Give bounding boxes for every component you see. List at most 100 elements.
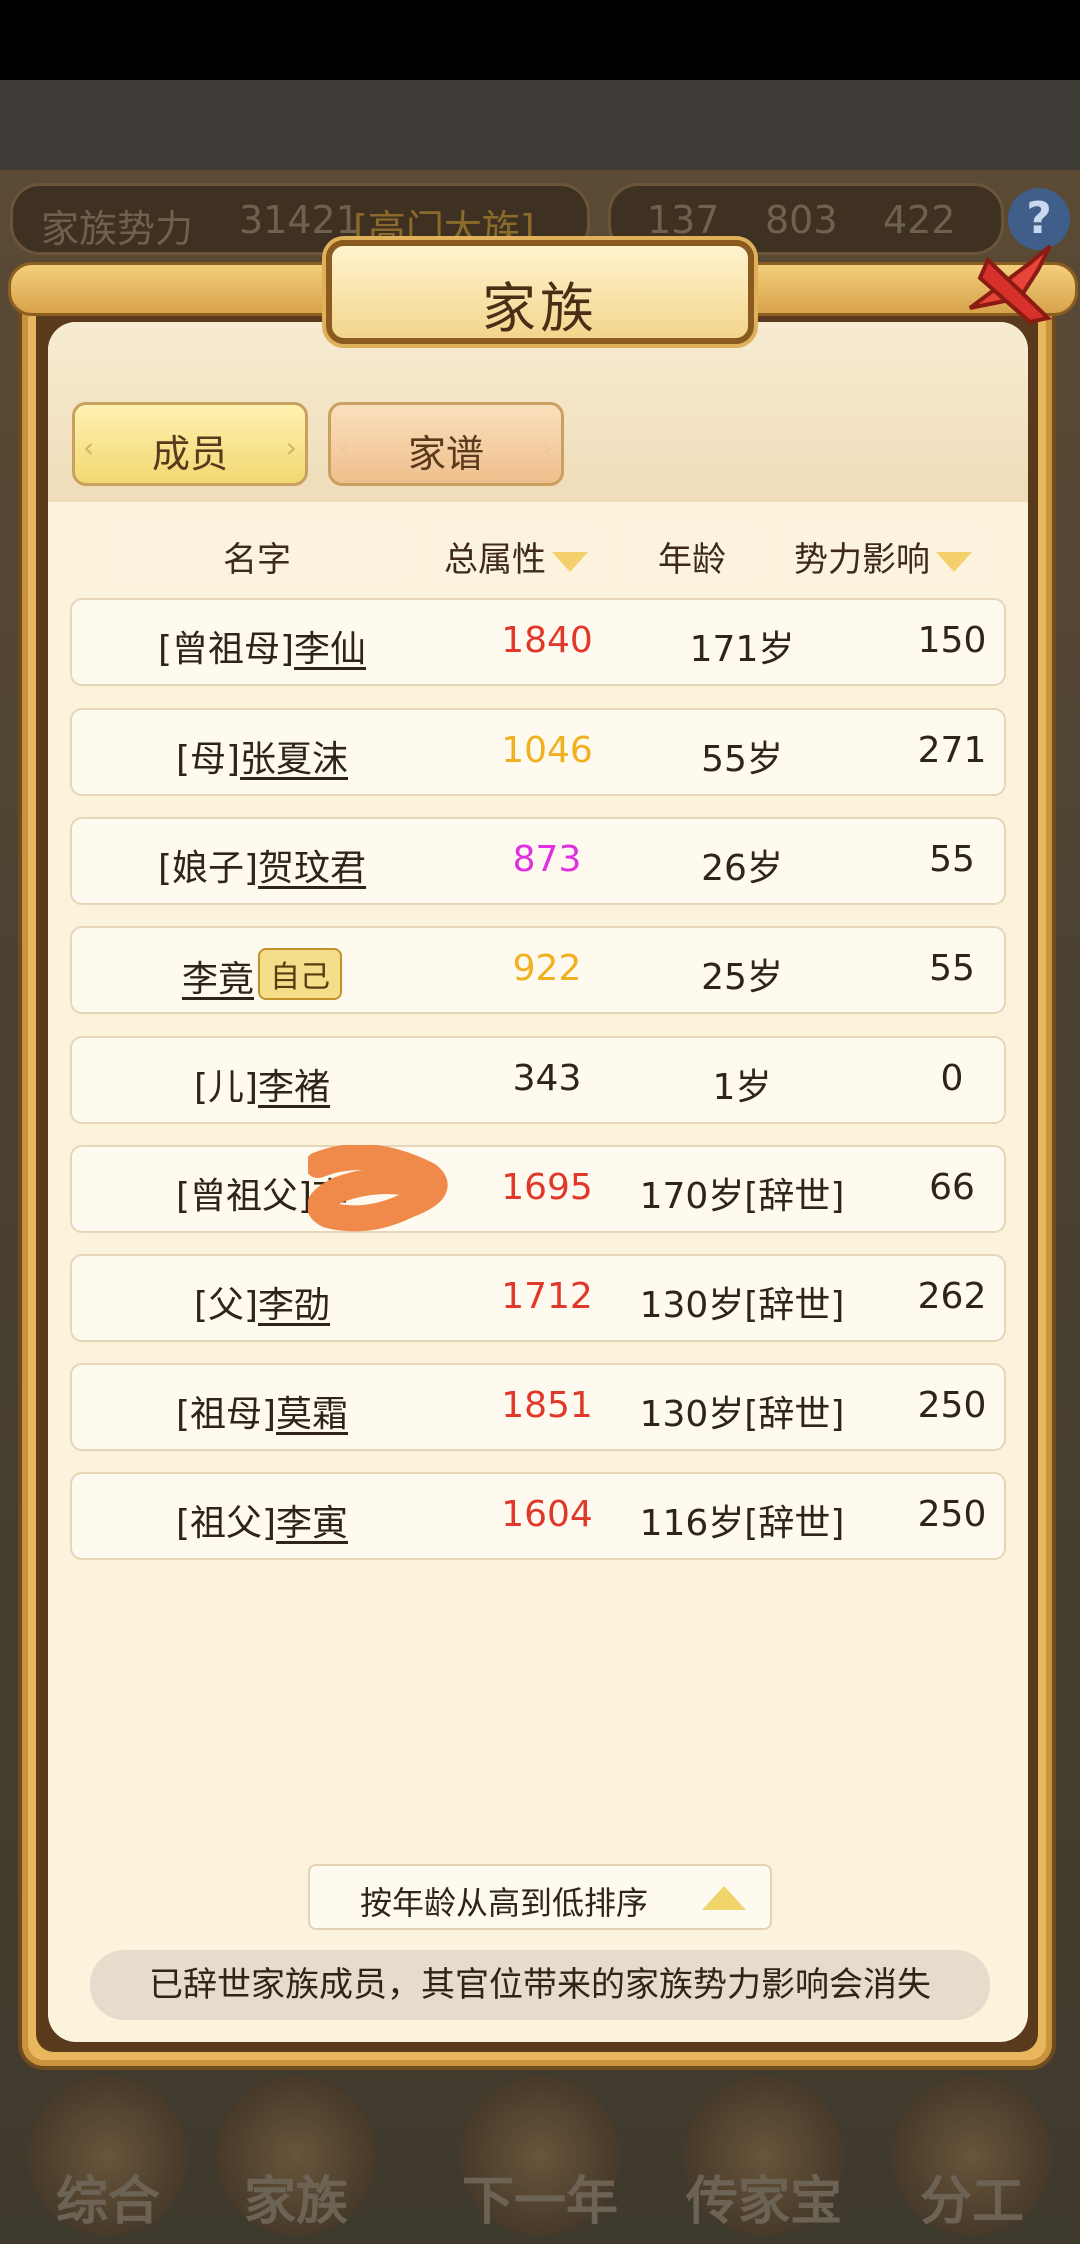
nav-next-year[interactable]: 下一年 <box>432 2076 648 2244</box>
nav-family-label: 家族 <box>243 2172 348 2232</box>
nav-division[interactable]: 分工 <box>864 2076 1080 2244</box>
member-influence: 55 <box>929 839 975 880</box>
member-influence: 150 <box>917 620 987 661</box>
nav-heirloom[interactable]: 传家宝 <box>656 2076 872 2244</box>
member-age: 116岁[辞世] <box>639 1503 845 1544</box>
member-name-cell: [父]李劭 <box>72 1276 452 1328</box>
column-header-total[interactable]: 总属性 <box>424 522 608 584</box>
column-header-name: 名字 <box>102 522 412 584</box>
member-row[interactable]: [儿]李褚 343 1岁 0 <box>70 1036 1006 1124</box>
redaction-scribble <box>308 1145 448 1232</box>
member-relation: [祖母] <box>175 1394 277 1435</box>
bottom-nav: 综合 家族 下一年 传家宝 分工 <box>0 2076 1080 2244</box>
nav-division-label: 分工 <box>919 2172 1024 2232</box>
member-name-link[interactable]: 李仙 <box>294 629 366 670</box>
chevron-right-icon: › <box>285 431 297 464</box>
member-age: 25岁 <box>701 957 783 998</box>
tab-genealogy-label: 家谱 <box>407 432 484 476</box>
member-age: 26岁 <box>701 848 783 889</box>
member-total: 1851 <box>501 1385 593 1426</box>
deceased-note-text: 已辞世家族成员，其官位带来的家族势力影响会消失 <box>149 1965 931 2005</box>
member-name-cell: [儿]李褚 <box>72 1058 452 1110</box>
member-name-cell: [祖父]李寅 <box>72 1494 452 1546</box>
member-age: 171岁 <box>689 629 795 670</box>
member-row[interactable]: [曾祖母]李仙 1840 171岁 150 <box>70 598 1006 686</box>
dialog-title-plate: 家族 <box>326 240 754 344</box>
tab-members-label: 成员 <box>151 432 228 476</box>
member-name-cell: 李竟 自己 <box>72 948 452 1002</box>
member-name-link[interactable]: 莫霜 <box>276 1394 348 1435</box>
member-relation: [儿] <box>193 1067 259 1108</box>
tab-genealogy[interactable]: ‹ 家谱 › <box>328 402 564 486</box>
member-influence: 55 <box>929 948 975 989</box>
member-age: 170岁[辞世] <box>639 1176 845 1217</box>
member-relation: [曾祖父] <box>175 1176 313 1217</box>
member-name-link[interactable]: 张夏沫 <box>240 739 348 780</box>
column-header-name-label: 名字 <box>223 540 291 580</box>
column-header-influence[interactable]: 势力影响 <box>776 522 990 584</box>
member-relation: [祖父] <box>175 1503 277 1544</box>
member-row[interactable]: [祖母]莫霜 1851 130岁[辞世] 250 <box>70 1363 1006 1451</box>
member-influence: 262 <box>917 1276 987 1317</box>
currency-3: 422 <box>883 198 956 242</box>
member-influence: 250 <box>917 1494 987 1535</box>
tab-members[interactable]: ‹ 成员 › <box>72 402 308 486</box>
member-relation: [父] <box>193 1285 259 1326</box>
member-relation: [母] <box>175 739 241 780</box>
deceased-note: 已辞世家族成员，其官位带来的家族势力影响会消失 <box>90 1950 990 2020</box>
member-total: 1604 <box>501 1494 593 1535</box>
member-row-self[interactable]: 李竟 自己 922 25岁 55 <box>70 926 1006 1014</box>
member-total: 343 <box>512 1058 582 1099</box>
member-age: 1岁 <box>712 1067 772 1108</box>
member-total: 1695 <box>501 1167 593 1208</box>
sort-up-icon <box>702 1886 746 1910</box>
family-power-value: 31421 <box>239 198 360 242</box>
member-row[interactable]: [父]李劭 1712 130岁[辞世] 262 <box>70 1254 1006 1342</box>
chevron-right-icon: › <box>541 431 553 464</box>
status-bar <box>0 0 1080 80</box>
member-influence: 250 <box>917 1385 987 1426</box>
family-power-label: 家族势力 <box>41 207 194 251</box>
member-name-link[interactable]: 李劭 <box>258 1285 330 1326</box>
member-relation: [曾祖母] <box>157 629 295 670</box>
member-total: 1840 <box>501 620 593 661</box>
nav-family[interactable]: 家族 <box>188 2076 404 2244</box>
sort-by-age-label: 按年龄从高到低排序 <box>360 1884 649 1922</box>
member-name-link[interactable]: 李褚 <box>258 1067 330 1108</box>
member-name-cell: [曾祖母]李仙 <box>72 620 452 672</box>
member-name-link[interactable]: 李寅 <box>276 1503 348 1544</box>
member-row[interactable]: [娘子]贺玟君 873 26岁 55 <box>70 817 1006 905</box>
member-total: 873 <box>512 839 582 880</box>
member-row[interactable]: [母]张夏沫 1046 55岁 271 <box>70 708 1006 796</box>
member-total: 1712 <box>501 1276 593 1317</box>
member-row[interactable]: [曾祖父]李 1695 170岁[辞世] 66 <box>70 1145 1006 1233</box>
member-influence: 66 <box>929 1167 975 1208</box>
close-icon[interactable] <box>960 238 1060 338</box>
member-age: 55岁 <box>701 739 783 780</box>
nav-overview[interactable]: 综合 <box>0 2076 216 2244</box>
sort-down-icon <box>552 551 588 572</box>
member-influence: 0 <box>940 1058 964 1099</box>
dialog-title: 家族 <box>482 277 598 340</box>
self-badge: 自己 <box>258 948 342 1000</box>
member-name-link[interactable]: 李竟 <box>182 959 254 1000</box>
member-name-link[interactable]: 贺玟君 <box>258 848 366 889</box>
column-header-age[interactable]: 年龄 <box>620 522 764 584</box>
sort-by-age-button[interactable]: 按年龄从高到低排序 <box>308 1864 772 1930</box>
member-name-cell: [祖母]莫霜 <box>72 1385 452 1437</box>
member-relation: [娘子] <box>157 848 259 889</box>
member-age: 130岁[辞世] <box>639 1285 845 1326</box>
currency-2: 803 <box>765 198 838 242</box>
nav-heirloom-label: 传家宝 <box>685 2172 842 2232</box>
currency-1: 137 <box>647 198 720 242</box>
member-name-cell: [母]张夏沫 <box>72 730 452 782</box>
member-total: 1046 <box>501 730 593 771</box>
member-age: 130岁[辞世] <box>639 1394 845 1435</box>
member-name-cell: [娘子]贺玟君 <box>72 839 452 891</box>
nav-overview-label: 综合 <box>55 2172 160 2232</box>
member-row[interactable]: [祖父]李寅 1604 116岁[辞世] 250 <box>70 1472 1006 1560</box>
top-dim-area <box>0 80 1080 170</box>
nav-next-year-label: 下一年 <box>461 2172 618 2232</box>
title-wing-left <box>8 262 354 316</box>
column-header-age-label: 年龄 <box>658 540 726 580</box>
